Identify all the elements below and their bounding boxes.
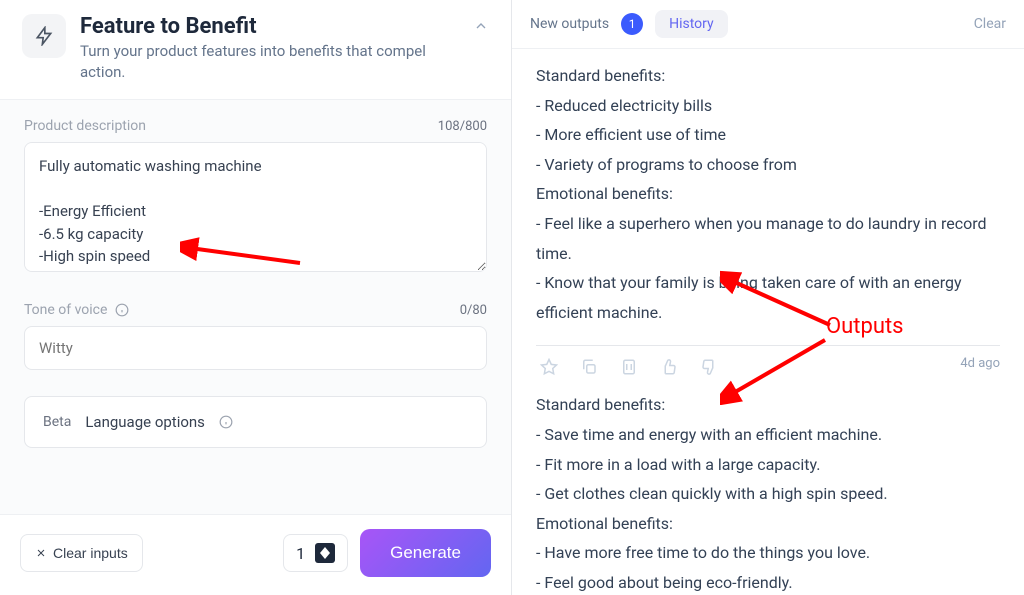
right-panel: New outputs 1 History Clear Standard ben… (512, 0, 1024, 595)
output-line: - Fit more in a load with a large capaci… (536, 450, 1000, 480)
output-block: Standard benefits: - Save time and energ… (536, 378, 1000, 595)
output-count-value: 1 (296, 544, 305, 563)
output-line: - Feel like a superhero when you manage … (536, 209, 1000, 268)
output-block: Standard benefits: - Reduced electricity… (536, 49, 1000, 345)
output-line: - Get clothes clean quickly with a high … (536, 479, 1000, 509)
chevron-up-icon (473, 18, 489, 34)
thumbs-up-icon[interactable] (660, 358, 678, 376)
beta-tag: Beta (43, 414, 71, 430)
bolt-icon (34, 26, 54, 46)
clear-inputs-button[interactable]: Clear inputs (20, 534, 143, 572)
left-panel: Feature to Benefit Turn your product fea… (0, 0, 512, 595)
output-timestamp: 4d ago (960, 356, 1000, 371)
tool-header: Feature to Benefit Turn your product fea… (0, 0, 511, 100)
info-icon (219, 415, 233, 429)
output-line: - Have more free time to do the things y… (536, 538, 1000, 568)
collapse-button[interactable] (469, 14, 493, 38)
outputs-container: Standard benefits: - Reduced electricity… (512, 49, 1024, 595)
output-line: Emotional benefits: (536, 509, 1000, 539)
form-footer: Clear inputs 1 Generate (0, 514, 511, 595)
tab-history[interactable]: History (655, 10, 728, 38)
output-divider-row: 4d ago (536, 345, 1000, 378)
copy-icon[interactable] (580, 358, 598, 376)
product-desc-label: Product description (24, 118, 146, 134)
tab-new-outputs[interactable]: New outputs (530, 12, 609, 36)
info-icon (115, 303, 129, 317)
output-line: Emotional benefits: (536, 179, 1000, 209)
tone-input[interactable] (24, 326, 487, 370)
close-icon (35, 547, 47, 559)
star-icon[interactable] (540, 358, 558, 376)
clear-outputs-button[interactable]: Clear (974, 16, 1006, 32)
output-line: - Know that your family is being taken c… (536, 268, 1000, 327)
output-line: Standard benefits: (536, 61, 1000, 91)
output-line: Standard benefits: (536, 390, 1000, 420)
tool-icon-box (22, 14, 66, 58)
thumbs-down-icon[interactable] (700, 358, 718, 376)
tool-title: Feature to Benefit (80, 14, 455, 39)
tone-counter: 0/80 (460, 303, 487, 318)
language-options-label: Language options (85, 413, 205, 431)
form-body: Product description 108/800 Tone of voic… (0, 100, 511, 514)
product-desc-input[interactable] (24, 142, 487, 272)
new-outputs-badge: 1 (621, 13, 643, 35)
output-count-stepper[interactable]: 1 (283, 534, 348, 572)
language-options-row[interactable]: Beta Language options (24, 396, 487, 448)
delete-icon[interactable] (620, 358, 638, 376)
tool-subtitle: Turn your product features into benefits… (80, 41, 455, 83)
tone-label: Tone of voice (24, 302, 129, 318)
output-line: - Feel good about being eco-friendly. (536, 568, 1000, 595)
output-line: - Save time and energy with an efficient… (536, 420, 1000, 450)
product-desc-counter: 108/800 (438, 119, 487, 134)
output-line: - Reduced electricity bills (536, 91, 1000, 121)
generate-button[interactable]: Generate (360, 529, 491, 577)
output-line: - More efficient use of time (536, 120, 1000, 150)
output-line: - Variety of programs to choose from (536, 150, 1000, 180)
tabs-row: New outputs 1 History Clear (512, 0, 1024, 49)
stepper-icon[interactable] (315, 543, 335, 563)
